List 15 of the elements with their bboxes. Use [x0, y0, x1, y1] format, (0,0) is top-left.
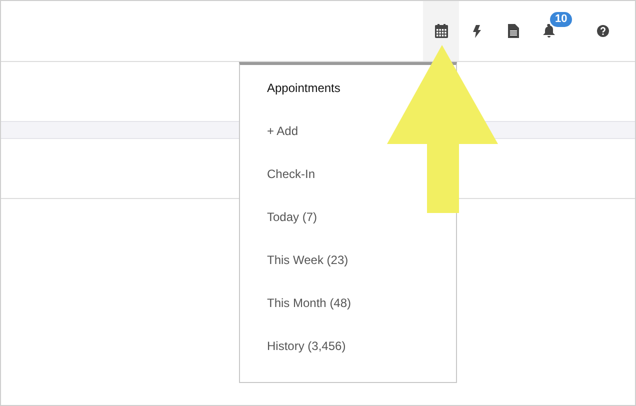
- help-icon: [597, 25, 609, 37]
- menu-item[interactable]: This Month (48): [240, 290, 378, 321]
- menu-item[interactable]: Today (7): [240, 204, 344, 235]
- calendar-icon: [434, 24, 448, 38]
- menu-item[interactable]: Check-In: [240, 161, 342, 192]
- calendar-button[interactable]: [423, 1, 459, 61]
- notification-badge: 10: [550, 12, 572, 27]
- lightning-icon: [473, 24, 481, 38]
- bell-icon: [543, 24, 555, 38]
- document-icon: [508, 24, 518, 38]
- menu-item[interactable]: History (3,456): [240, 333, 373, 364]
- menu-title: Appointments: [266, 80, 342, 97]
- menu-item[interactable]: + Add: [240, 118, 326, 149]
- menu-item[interactable]: This Week (23): [240, 247, 376, 278]
- notifications-button[interactable]: 10: [531, 1, 583, 61]
